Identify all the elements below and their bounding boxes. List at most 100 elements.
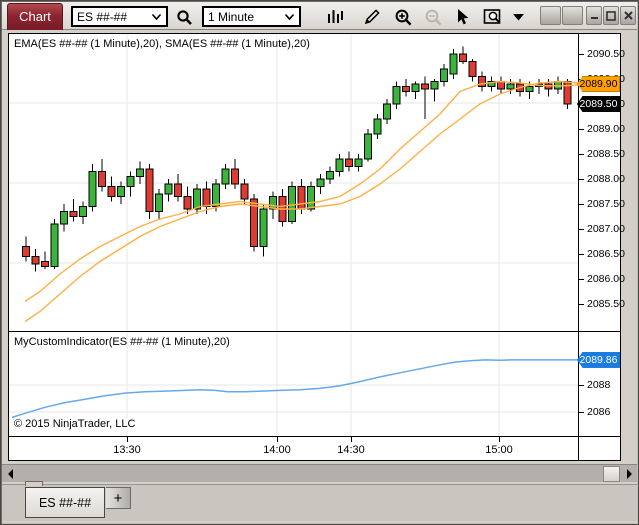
window-link-button-1[interactable] <box>540 6 561 25</box>
price-tick <box>579 154 584 155</box>
time-tick <box>351 437 352 442</box>
candle-body <box>355 159 362 167</box>
price-panel-label: EMA(ES ##-## (1 Minute),20), SMA(ES ##-#… <box>14 38 310 50</box>
candle-body <box>232 169 239 184</box>
price-tick <box>579 412 584 413</box>
candle-body <box>184 197 191 210</box>
candle-body <box>51 224 58 267</box>
candle-body <box>507 84 514 89</box>
price-axis-label: 2087.00 <box>587 223 625 235</box>
candle-body <box>127 177 134 187</box>
chart-area[interactable]: EMA(ES ##-## (1 Minute),20), SMA(ES ##-#… <box>8 33 621 461</box>
candle-body <box>327 172 334 180</box>
candle-body <box>70 212 77 217</box>
more-tools-button[interactable] <box>509 5 527 29</box>
chart-properties-icon <box>483 8 503 26</box>
instrument-selector[interactable]: ES ##-## <box>71 6 168 27</box>
candle-body <box>431 82 438 90</box>
candle-body <box>308 187 315 210</box>
chevron-down-icon <box>284 13 295 21</box>
candle-body <box>384 104 391 119</box>
tab-notch <box>25 481 43 486</box>
cursor-button[interactable] <box>451 5 475 29</box>
toolbar: Chart ES ##-## 1 Minute <box>2 2 637 30</box>
arrow-left-icon <box>8 469 13 479</box>
time-tick <box>127 437 128 442</box>
instrument-value: ES ##-## <box>77 10 151 24</box>
candle-body <box>61 212 68 225</box>
bottom-tab-bar: ES ##-## + <box>2 484 637 521</box>
restore-icon <box>606 11 616 21</box>
time-tick <box>499 437 500 442</box>
candle-body <box>365 134 372 159</box>
candle-body <box>450 54 457 74</box>
candle-body <box>42 262 49 267</box>
instrument-search-button[interactable] <box>172 5 196 29</box>
candle-body <box>422 84 429 89</box>
scrollbar-thumb[interactable] <box>603 466 620 482</box>
price-tick <box>579 279 584 280</box>
search-icon <box>176 9 193 26</box>
candle-body <box>336 159 343 172</box>
candle-body <box>89 172 96 207</box>
candle-body <box>222 169 229 184</box>
chart-style-button[interactable] <box>323 5 347 29</box>
time-axis-label: 14:30 <box>337 444 365 456</box>
close-icon <box>624 11 633 20</box>
panel-divider[interactable] <box>9 436 620 437</box>
scroll-left-button[interactable] <box>2 465 18 483</box>
pencil-icon <box>363 8 381 26</box>
candle-body <box>498 82 505 90</box>
restore-button[interactable] <box>603 6 619 25</box>
candle-body <box>260 209 267 247</box>
candle-body <box>118 187 125 197</box>
price-badge: 2089.50 <box>577 96 620 112</box>
scroll-right-button[interactable] <box>621 465 637 483</box>
candle-body <box>479 77 486 87</box>
candle-body <box>469 62 476 77</box>
time-tick <box>277 437 278 442</box>
minimize-icon <box>590 11 599 20</box>
horizontal-scrollbar[interactable] <box>2 464 637 482</box>
candle-body <box>545 84 552 89</box>
interval-selector[interactable]: 1 Minute <box>202 6 301 27</box>
indicator-axis-label: 2086 <box>587 406 610 418</box>
price-axis-label: 2086.00 <box>587 273 625 285</box>
window-link-button-2[interactable] <box>562 6 583 25</box>
candle-body <box>526 87 533 92</box>
candle-body <box>32 257 39 265</box>
candle-body <box>213 184 220 207</box>
zoom-in-button[interactable] <box>391 5 415 29</box>
price-panel-plot[interactable] <box>9 34 578 331</box>
candle-body <box>374 119 381 134</box>
price-axis-border <box>578 34 579 460</box>
tab-es[interactable]: ES ##-## <box>25 487 105 518</box>
arrow-right-icon <box>627 469 632 479</box>
candle-body <box>137 169 144 177</box>
indicator-line <box>12 360 578 418</box>
candle-body <box>460 54 467 62</box>
price-badge: 2089.90 <box>577 76 620 92</box>
window-title-tab[interactable]: Chart <box>7 3 63 30</box>
price-axis-label: 2090.50 <box>587 48 625 60</box>
indicator-axis-label: 2088 <box>587 379 610 391</box>
candle-body <box>80 207 87 217</box>
indicator-badge: 2089.86 <box>577 352 620 368</box>
price-tick <box>579 54 584 55</box>
zoom-in-icon <box>394 8 413 27</box>
zoom-out-button[interactable] <box>421 5 445 29</box>
candle-body <box>146 169 153 212</box>
time-axis-label: 15:00 <box>485 444 513 456</box>
candle-body <box>108 187 115 197</box>
zoom-out-icon <box>424 8 443 27</box>
add-tab-button[interactable]: + <box>106 487 131 509</box>
more-dropdown-icon <box>513 13 524 21</box>
candle-body <box>23 247 30 257</box>
close-button[interactable] <box>620 6 636 25</box>
candle-body <box>346 159 353 167</box>
price-axis-label: 2088.50 <box>587 148 625 160</box>
chart-properties-button[interactable] <box>481 5 505 29</box>
chart-style-icon <box>326 8 344 26</box>
minimize-button[interactable] <box>586 6 602 25</box>
drawing-tools-button[interactable] <box>360 5 384 29</box>
